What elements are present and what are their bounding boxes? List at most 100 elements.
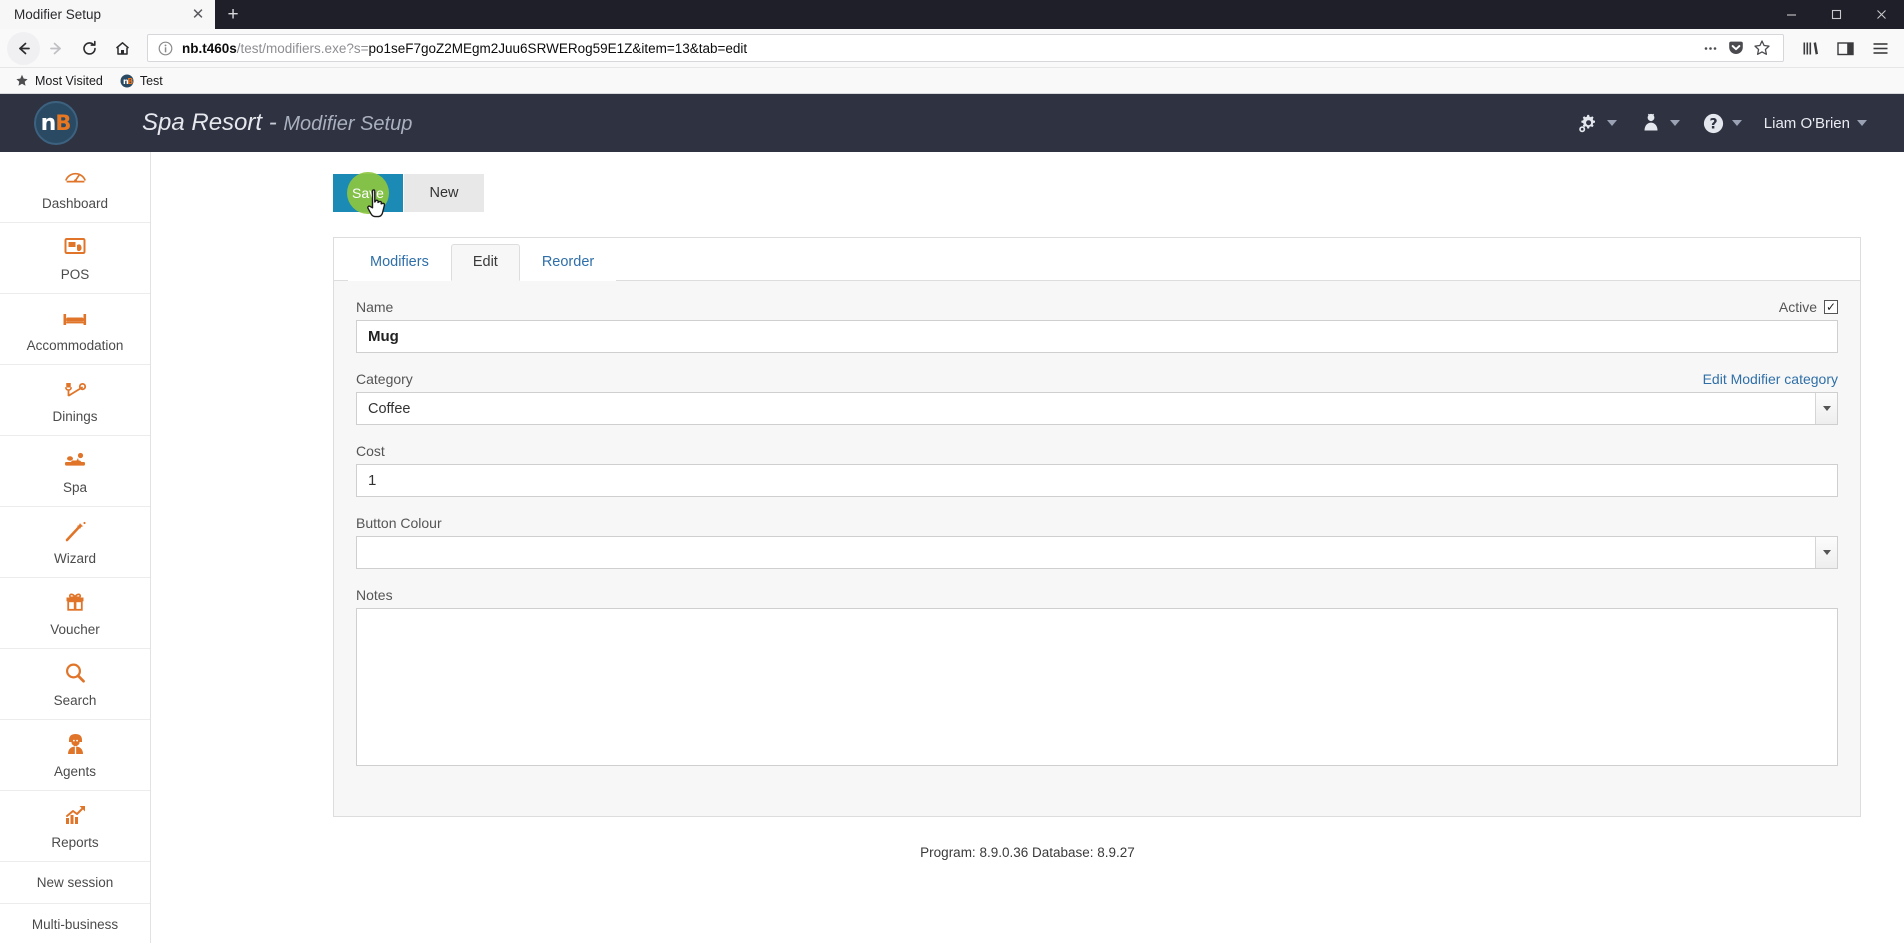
close-icon[interactable]: ✕ [189,6,207,24]
question-icon: ? [1702,112,1725,135]
pocket-icon[interactable] [1723,35,1749,61]
logo-letter-b: B [55,111,72,135]
help-menu[interactable]: ? [1693,106,1751,141]
url-path: /test/modifiers.exe?s= [236,40,369,56]
sidebar-item-label: Dashboard [41,196,109,211]
maximize-icon[interactable] [1814,0,1859,29]
tab-bar: Modifiers Edit Reorder [334,238,1860,281]
action-toolbar: Save New [151,152,1904,218]
chevron-down-icon[interactable] [1815,393,1837,424]
page-name: Modifier Setup [283,113,413,135]
bed-icon [62,305,88,331]
name-row-labels: Name Active ✓ [356,299,1838,315]
sidebar-item-new-session[interactable]: New session [0,862,150,904]
browser-window: Modifier Setup ✕ + nb.t460s/test/modifie… [0,0,1904,943]
name-input[interactable]: Mug [356,320,1838,353]
version-footer: Program: 8.9.0.36 Database: 8.9.27 [920,845,1135,860]
sidebar-item-label: Dinings [52,409,98,424]
sidebar-item-label: Spa [62,480,88,495]
wand-icon [63,518,88,544]
massage-icon [62,447,88,473]
business-name: Spa Resort [142,109,263,136]
tab-edit[interactable]: Edit [450,244,520,281]
user-menu[interactable]: Liam O'Brien [1755,109,1876,138]
title-separator: - [262,109,284,136]
user-icon [1639,111,1663,135]
hamburger-menu-icon[interactable] [1864,32,1897,65]
browser-navbar: nb.t460s/test/modifiers.exe?s=po1seF7goZ… [0,29,1904,68]
category-select[interactable]: Coffee [356,392,1838,425]
svg-text:?: ? [1709,116,1717,132]
settings-menu[interactable] [1567,105,1626,141]
sidebar-item-voucher[interactable]: Voucher [0,578,150,649]
library-icon[interactable] [1794,32,1827,65]
gift-icon [63,589,87,615]
sidebar-item-dinings[interactable]: Dinings [0,365,150,436]
search-icon [63,660,87,686]
sidebar-item-search[interactable]: Search [0,649,150,720]
chevron-down-icon [1606,120,1617,126]
forward-icon[interactable] [40,32,73,65]
home-icon[interactable] [106,32,139,65]
page-viewport: nB Spa Resort - Modifier Setup ? Liam O'… [0,94,1904,943]
sidebar-toggle-icon[interactable] [1829,32,1862,65]
page-actions-icon[interactable] [1697,35,1723,61]
button-colour-row-labels: Button Colour [356,515,1838,531]
info-icon[interactable] [156,39,175,58]
category-select-value: Coffee [368,400,411,417]
sidebar-item-label: POS [60,267,90,282]
minimize-icon[interactable] [1769,0,1814,29]
new-button[interactable]: New [404,174,484,212]
sidebar-item-label: Agents [53,764,97,779]
staff-menu[interactable] [1630,105,1689,141]
cutlery-icon [63,376,88,402]
notes-label: Notes [356,587,393,603]
main-content: Save New Modifiers Edit Reorder Name Act… [151,152,1904,943]
new-tab-button[interactable]: + [215,0,251,29]
edit-modifier-category-link[interactable]: Edit Modifier category [1703,371,1838,387]
notes-textarea[interactable] [356,608,1838,766]
sidebar-item-pos[interactable]: POS [0,223,150,294]
active-checkbox[interactable]: ✓ [1824,300,1838,314]
sidebar-item-agents[interactable]: Agents [0,720,150,791]
cost-input[interactable]: 1 [356,464,1838,497]
chevron-down-icon[interactable] [1815,537,1837,568]
sidebar-item-multi-business[interactable]: Multi-business [0,904,150,943]
sidebar-item-dashboard[interactable]: Dashboard [0,152,150,223]
current-user-label: Liam O'Brien [1763,114,1850,132]
sidebar: Dashboard POS Accommodation Dinings Spa … [0,152,151,943]
app-logo: nB [34,101,78,145]
nb-favicon: nB [119,73,135,89]
chevron-down-icon [1857,120,1867,126]
address-bar[interactable]: nb.t460s/test/modifiers.exe?s=po1seF7goZ… [147,34,1784,62]
tab-modifiers[interactable]: Modifiers [348,244,451,281]
sidebar-item-accommodation[interactable]: Accommodation [0,294,150,365]
sidebar-item-reports[interactable]: Reports [0,791,150,862]
editor-panel: Modifiers Edit Reorder Name Active ✓ Mug… [333,237,1861,817]
agent-icon [64,731,87,757]
back-icon[interactable] [7,31,40,65]
window-close-icon[interactable] [1859,0,1904,29]
save-button[interactable]: Save [333,172,403,214]
browser-tabstrip: Modifier Setup ✕ + [0,0,1904,29]
category-label: Category [356,371,413,387]
button-colour-select[interactable] [356,536,1838,569]
header-actions: ? Liam O'Brien [1567,105,1904,141]
sidebar-item-wizard[interactable]: Wizard [0,507,150,578]
gear-icon [1576,111,1600,135]
app-header: nB Spa Resort - Modifier Setup ? Liam O'… [0,94,1904,152]
sidebar-item-spa[interactable]: Spa [0,436,150,507]
active-field[interactable]: Active ✓ [1779,299,1838,315]
reload-icon[interactable] [73,32,106,65]
svg-text:B: B [127,77,133,86]
browser-tab[interactable]: Modifier Setup ✕ [0,0,215,29]
bookmark-most-visited[interactable]: Most Visited [6,70,111,92]
bookmark-star-icon[interactable] [1749,35,1775,61]
sidebar-item-label: Accommodation [26,338,124,353]
tab-reorder[interactable]: Reorder [519,244,617,281]
category-row-labels: Category Edit Modifier category [356,371,1838,387]
cost-label: Cost [356,443,385,459]
bookmarks-bar: Most Visited nB Test [0,68,1904,94]
sidebar-item-label: Voucher [50,622,100,637]
bookmark-test[interactable]: nB Test [111,70,171,92]
